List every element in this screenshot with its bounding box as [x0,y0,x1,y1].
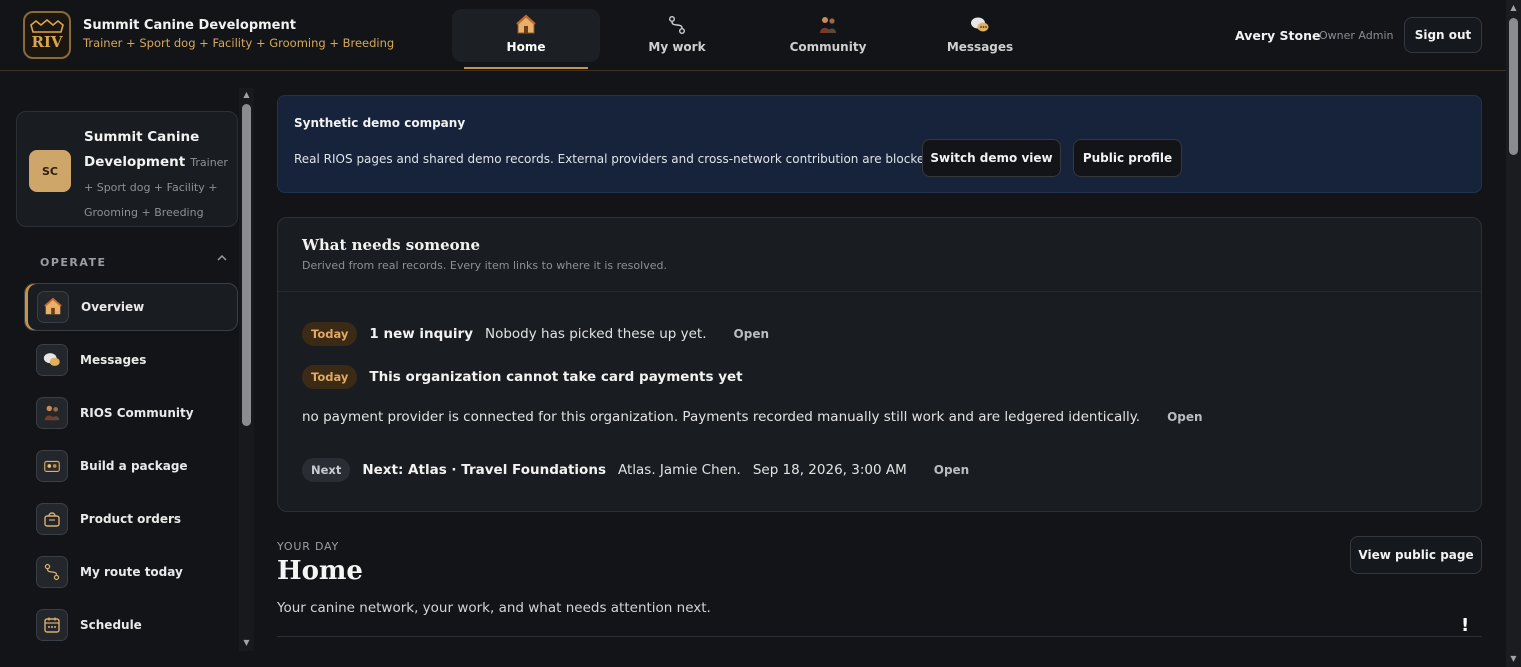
page-eyebrow: YOUR DAY [277,540,340,553]
alert-icon[interactable]: ! [1461,615,1469,636]
divider [277,636,1482,637]
package-icon [36,450,68,482]
switch-demo-view-button[interactable]: Switch demo view [922,139,1061,177]
topnav-messages-label: Messages [946,40,1014,54]
topnav-my-work[interactable]: My work [603,9,751,62]
scroll-down-arrow-icon[interactable]: ▼ [1507,653,1520,665]
needs-item-title: 1 new inquiry [369,326,473,342]
page-title: Home [277,556,363,586]
sidebar-item-label: RIOS Community [80,406,194,420]
sidebar-item-schedule[interactable]: Schedule [24,601,238,649]
needs-item-text: Nobody has picked these up yet. [485,326,707,342]
route-icon [666,14,688,36]
calendar-icon [36,609,68,641]
status-badge: Today [302,322,358,346]
messages-icon [969,14,991,36]
open-link[interactable]: Open [734,327,769,341]
user-role: Owner Admin [1319,29,1394,42]
community-icon [36,397,68,429]
demo-company-banner: Synthetic demo company Real RIOS pages a… [277,95,1482,193]
sidebar-item-label: Product orders [80,512,182,526]
scroll-up-arrow-icon[interactable]: ▲ [240,89,253,101]
topnav-community-label: Community [789,40,867,54]
brand-tagline: Trainer + Sport dog + Facility + Groomin… [83,36,395,50]
sign-out-button[interactable]: Sign out [1404,17,1482,53]
sidebar-item-label: My route today [80,565,183,579]
needs-subtitle: Derived from real records. Every item li… [302,259,667,272]
sidebar-item-label: Build a package [80,459,188,473]
open-link[interactable]: Open [934,463,969,477]
org-details: Summit Canine Development Trainer + Spor… [84,124,229,224]
topnav-my-work-label: My work [648,40,706,54]
sidebar-item-label: Schedule [80,618,142,632]
sidebar-item-label: Messages [80,353,147,367]
sidebar-item-overview[interactable]: Overview [24,283,238,331]
status-badge: Next [302,458,351,482]
basket-icon [36,503,68,535]
home-icon [37,291,69,323]
chevron-up-icon[interactable] [216,252,228,267]
sidebar-item-my-route[interactable]: My route today [24,548,238,596]
topnav-home-label: Home [506,40,546,54]
needs-title: What needs someone [302,236,481,254]
topnav-community[interactable]: Community [754,9,902,62]
sidebar-item-build-package[interactable]: Build a package [24,442,238,490]
demo-banner-title: Synthetic demo company [294,116,466,130]
community-icon [817,14,839,36]
page-scrollbar-thumb[interactable] [1509,18,1518,155]
active-tab-indicator [464,67,588,69]
scroll-up-arrow-icon[interactable]: ▲ [1507,2,1520,14]
org-name: Summit Canine Development [84,129,200,170]
sidebar: SC Summit Canine Development Trainer + S… [0,72,256,667]
brand-logo[interactable]: RIV [23,11,71,59]
open-link[interactable]: Open [1167,410,1202,424]
org-card[interactable]: SC Summit Canine Development Trainer + S… [16,111,238,227]
demo-banner-text: Real RIOS pages and shared demo records.… [294,152,936,166]
needs-item-text: no payment provider is connected for thi… [302,409,1141,425]
divider [278,291,1481,292]
needs-item: Today This organization cannot take card… [302,365,743,389]
needs-item: Next Next: Atlas · Travel Foundations At… [302,458,969,482]
topnav-messages[interactable]: Messages [906,9,1054,62]
needs-item-title: This organization cannot take card payme… [369,369,743,385]
sidebar-item-product-orders[interactable]: Product orders [24,495,238,543]
brand-name: Summit Canine Development [83,18,296,33]
needs-item-text: Atlas. Jamie Chen. [617,462,741,478]
brand-logo-mark: RIV [30,19,64,51]
status-badge: Today [302,365,358,389]
sidebar-item-label: Overview [81,300,145,314]
scroll-down-arrow-icon[interactable]: ▼ [240,637,253,649]
page-subtitle: Your canine network, your work, and what… [277,600,711,616]
public-profile-button[interactable]: Public profile [1073,139,1182,177]
section-heading-operate: OPERATE [40,256,107,269]
top-bar: RIV Summit Canine Development Trainer + … [0,0,1506,71]
sidebar-item-messages[interactable]: Messages [24,336,238,384]
user-name: Avery Stone [1235,28,1321,43]
svg-text:RIV: RIV [31,33,62,51]
needs-item-title: Next: Atlas · Travel Foundations [362,462,606,478]
org-avatar: SC [29,150,71,192]
sidebar-scrollbar-thumb[interactable] [242,104,251,426]
needs-item: Today 1 new inquiry Nobody has picked th… [302,322,769,346]
needs-attention-card: What needs someone Derived from real rec… [277,217,1482,512]
needs-item-time: Sep 18, 2026, 3:00 AM [752,462,907,478]
view-public-page-button[interactable]: View public page [1350,536,1482,574]
needs-item-detail: no payment provider is connected for thi… [302,409,1203,425]
route-icon [36,556,68,588]
topnav-home[interactable]: Home [452,9,600,62]
messages-icon [36,344,68,376]
sidebar-item-rios-community[interactable]: RIOS Community [24,389,238,437]
home-icon [515,14,537,36]
